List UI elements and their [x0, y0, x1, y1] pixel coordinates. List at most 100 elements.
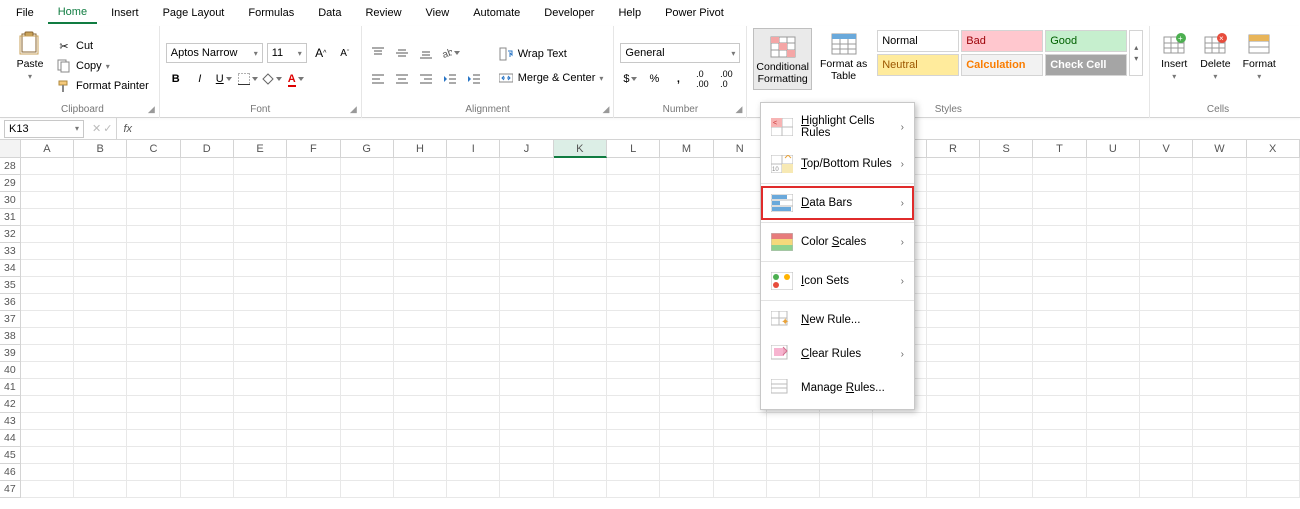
cell[interactable] — [394, 413, 447, 430]
cell[interactable] — [1033, 447, 1086, 464]
cell[interactable] — [287, 226, 340, 243]
cell[interactable] — [1140, 464, 1193, 481]
tab-file[interactable]: File — [6, 3, 44, 23]
column-header-E[interactable]: E — [234, 140, 287, 158]
cell[interactable] — [1247, 345, 1300, 362]
cell[interactable] — [74, 413, 127, 430]
cell[interactable] — [660, 430, 713, 447]
cell[interactable] — [1033, 379, 1086, 396]
delete-cells-button[interactable]: ×Delete▾ — [1196, 28, 1234, 83]
cell[interactable] — [1193, 345, 1246, 362]
cell[interactable] — [660, 464, 713, 481]
cell[interactable] — [1193, 226, 1246, 243]
cell[interactable] — [127, 175, 180, 192]
cell[interactable] — [1140, 209, 1193, 226]
row-header[interactable]: 28 — [0, 158, 21, 175]
cell[interactable] — [500, 260, 553, 277]
style-neutral[interactable]: Neutral — [877, 54, 959, 76]
cancel-formula-button[interactable]: ✕ — [92, 122, 101, 135]
cell[interactable] — [21, 430, 74, 447]
cell[interactable] — [181, 277, 234, 294]
cell[interactable] — [21, 158, 74, 175]
cell[interactable] — [234, 294, 287, 311]
tab-formulas[interactable]: Formulas — [238, 3, 304, 23]
cell[interactable] — [127, 294, 180, 311]
cell[interactable] — [1033, 294, 1086, 311]
cell[interactable] — [341, 413, 394, 430]
cell[interactable] — [767, 464, 820, 481]
cell[interactable] — [607, 311, 660, 328]
cell[interactable] — [607, 396, 660, 413]
cell[interactable] — [607, 226, 660, 243]
tab-pagelayout[interactable]: Page Layout — [153, 3, 235, 23]
column-header-S[interactable]: S — [980, 140, 1033, 158]
cell[interactable] — [500, 447, 553, 464]
cell[interactable] — [234, 379, 287, 396]
cell[interactable] — [820, 481, 873, 498]
cell[interactable] — [980, 447, 1033, 464]
cell[interactable] — [394, 192, 447, 209]
cell[interactable] — [447, 209, 500, 226]
cell[interactable] — [287, 328, 340, 345]
font-size-combo[interactable]: 11▾ — [267, 43, 307, 63]
cell[interactable] — [980, 328, 1033, 345]
cell[interactable] — [820, 413, 873, 430]
cell[interactable] — [21, 311, 74, 328]
cell[interactable] — [714, 175, 767, 192]
cell[interactable] — [181, 481, 234, 498]
cell[interactable] — [607, 464, 660, 481]
cell[interactable] — [980, 243, 1033, 260]
row-header[interactable]: 41 — [0, 379, 21, 396]
cell[interactable] — [554, 481, 607, 498]
cell[interactable] — [980, 362, 1033, 379]
cell[interactable] — [127, 328, 180, 345]
cell[interactable] — [500, 430, 553, 447]
cell[interactable] — [1033, 226, 1086, 243]
cell[interactable] — [74, 294, 127, 311]
cell[interactable] — [873, 430, 926, 447]
cell[interactable] — [1193, 260, 1246, 277]
cell[interactable] — [1140, 481, 1193, 498]
cell[interactable] — [21, 209, 74, 226]
cell[interactable] — [554, 447, 607, 464]
cell[interactable] — [394, 158, 447, 175]
cell[interactable] — [1140, 430, 1193, 447]
cell[interactable] — [660, 158, 713, 175]
cell[interactable] — [1193, 481, 1246, 498]
row-header[interactable]: 42 — [0, 396, 21, 413]
cell[interactable] — [181, 260, 234, 277]
cell[interactable] — [447, 396, 500, 413]
font-dialog-launcher[interactable]: ◢ — [350, 104, 357, 115]
cell[interactable] — [873, 413, 926, 430]
cell[interactable] — [1140, 379, 1193, 396]
cell[interactable] — [554, 294, 607, 311]
cell[interactable] — [394, 464, 447, 481]
cell[interactable] — [554, 464, 607, 481]
cell[interactable] — [181, 447, 234, 464]
cell[interactable] — [181, 430, 234, 447]
cell[interactable] — [554, 175, 607, 192]
cell[interactable] — [287, 158, 340, 175]
cell[interactable] — [1247, 209, 1300, 226]
cell[interactable] — [1247, 260, 1300, 277]
cell[interactable] — [74, 447, 127, 464]
cell[interactable] — [660, 379, 713, 396]
cell[interactable] — [21, 328, 74, 345]
cell[interactable] — [607, 413, 660, 430]
cell[interactable] — [660, 413, 713, 430]
cell[interactable] — [500, 481, 553, 498]
align-left-button[interactable] — [368, 69, 388, 89]
cell[interactable] — [714, 396, 767, 413]
cell[interactable] — [554, 345, 607, 362]
cell[interactable] — [341, 260, 394, 277]
increase-font-button[interactable]: A^ — [311, 43, 331, 63]
menu-color-scales[interactable]: Color Scales › — [761, 225, 914, 259]
cell[interactable] — [394, 379, 447, 396]
cell[interactable] — [1193, 464, 1246, 481]
cell[interactable] — [287, 260, 340, 277]
merge-center-button[interactable]: Merge & Center▾ — [494, 69, 608, 87]
cell[interactable] — [74, 328, 127, 345]
row-header[interactable]: 37 — [0, 311, 21, 328]
cell[interactable] — [74, 362, 127, 379]
cell[interactable] — [1247, 464, 1300, 481]
